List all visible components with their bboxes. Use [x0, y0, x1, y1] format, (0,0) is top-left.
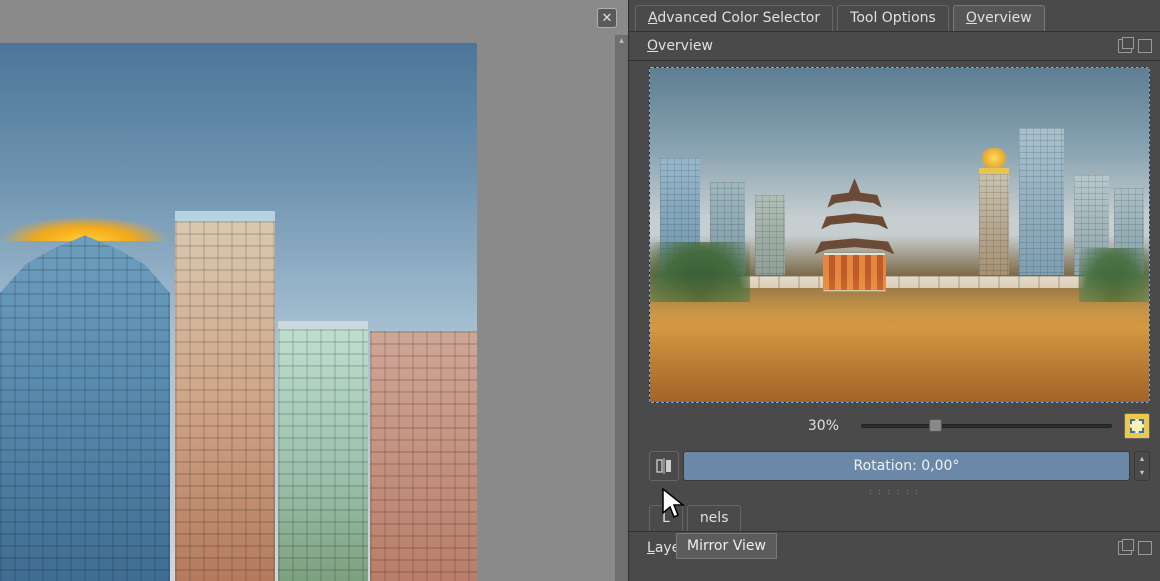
docker-tab-row: Advanced Color Selector Tool Options Ove…	[629, 0, 1160, 32]
canvas-image-content	[0, 43, 477, 581]
tab-layers-partial[interactable]: L	[649, 505, 683, 531]
close-document-button[interactable]: ✕	[597, 8, 617, 28]
float-docker-icon[interactable]	[1118, 39, 1132, 53]
tab-overview[interactable]: Overview	[953, 5, 1045, 31]
vertical-scrollbar[interactable]: ▴	[615, 35, 628, 581]
scroll-up-arrow[interactable]: ▴	[615, 35, 628, 48]
overview-image-content	[650, 68, 1149, 402]
close-icon: ✕	[602, 11, 613, 26]
mirror-view-button[interactable]	[649, 451, 679, 481]
tab-tool-options[interactable]: Tool Options	[837, 5, 949, 31]
rotation-row: Rotation: 0,00° ▴ ▾	[629, 443, 1160, 485]
pin-icon	[1130, 419, 1144, 433]
zoom-percent-label: 30%	[649, 418, 849, 434]
zoom-row: 30%	[629, 409, 1160, 443]
float-layers-docker-icon[interactable]	[1118, 541, 1132, 555]
canvas-viewport[interactable]	[0, 43, 477, 581]
overview-docker-header: Overview	[629, 32, 1160, 61]
lower-docker-tab-row: L nels	[629, 500, 1160, 532]
zoom-slider[interactable]	[861, 424, 1112, 428]
close-docker-icon[interactable]	[1138, 39, 1152, 53]
rotation-input[interactable]: Rotation: 0,00°	[683, 451, 1130, 481]
rotation-spinner[interactable]: ▴ ▾	[1134, 451, 1150, 481]
canvas-area[interactable]: ✕ ▴	[0, 0, 628, 581]
tab-channels-partial[interactable]: nels	[687, 505, 742, 531]
rotation-spin-down[interactable]: ▾	[1135, 466, 1149, 480]
tab-advanced-color-selector[interactable]: Advanced Color Selector	[635, 5, 833, 31]
mirror-icon	[655, 457, 673, 475]
overview-thumbnail[interactable]	[649, 67, 1150, 403]
close-layers-docker-icon[interactable]	[1138, 541, 1152, 555]
docker-resize-grip[interactable]: : : : : : :	[629, 485, 1160, 500]
rotation-value: Rotation: 0,00°	[854, 458, 960, 474]
rotation-spin-up[interactable]: ▴	[1135, 452, 1149, 466]
pin-zoom-button[interactable]	[1124, 413, 1150, 439]
right-docker-pane: Advanced Color Selector Tool Options Ove…	[628, 0, 1160, 581]
overview-docker-title: Overview	[647, 38, 713, 54]
zoom-slider-handle[interactable]	[929, 419, 942, 432]
tooltip-mirror-view: Mirror View	[676, 533, 777, 559]
